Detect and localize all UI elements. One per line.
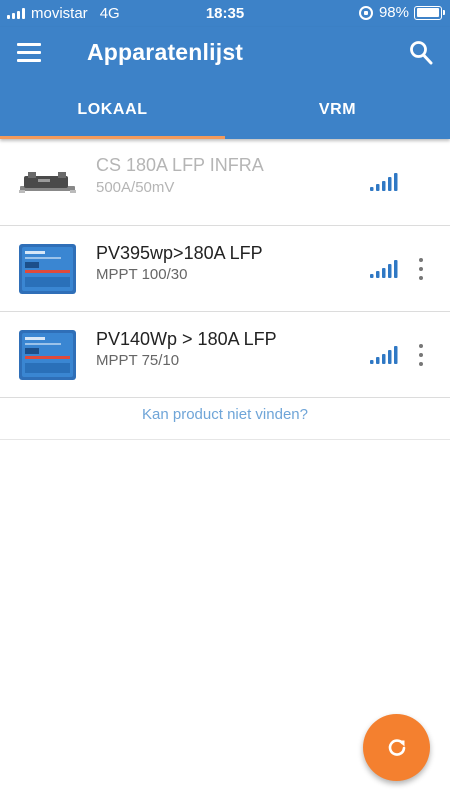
refresh-button[interactable]: [363, 714, 430, 781]
more-options-icon[interactable]: [416, 344, 426, 366]
device-subtitle: 500A/50mV: [96, 179, 175, 196]
tab-vrm[interactable]: VRM: [225, 91, 450, 139]
app-bar: Apparatenlijst LOKAAL VRM: [0, 27, 450, 139]
search-icon[interactable]: [409, 40, 433, 66]
signal-strength-icon: [370, 346, 398, 364]
status-right: 98%: [358, 4, 445, 21]
more-options-icon[interactable]: [416, 258, 426, 280]
device-row-cs-180a[interactable]: CS 180A LFP INFRA 500A/50mV: [0, 139, 450, 226]
device-subtitle: MPPT 75/10: [96, 352, 180, 369]
battery-percent: 98%: [378, 4, 409, 21]
tab-lokaal[interactable]: LOKAAL: [0, 91, 225, 139]
device-row-pv140[interactable]: PV140Wp > 180A LFP MPPT 75/10: [0, 312, 450, 398]
battery-fill: [416, 8, 440, 17]
device-subtitle: MPPT 100/30: [96, 266, 188, 283]
tab-bar: LOKAAL VRM: [0, 91, 450, 139]
product-not-found-link[interactable]: Kan product niet vinden?: [0, 398, 450, 439]
refresh-icon: [388, 738, 405, 756]
signal-strength-icon: [370, 173, 398, 191]
device-name: PV395wp>180A LFP: [96, 243, 263, 263]
device-row-pv395[interactable]: PV395wp>180A LFP MPPT 100/30: [0, 226, 450, 312]
status-bar: movistar 4G 18:35 98%: [0, 0, 450, 27]
page-title: Apparatenlijst: [87, 39, 244, 65]
device-name: CS 180A LFP INFRA: [96, 155, 264, 175]
signal-strength-icon: [370, 260, 398, 278]
rotation-lock-icon: [358, 5, 373, 20]
mppt-controller-icon: [19, 244, 76, 294]
battery-icon: [414, 5, 445, 20]
mppt-controller-icon: [19, 330, 76, 380]
device-list: CS 180A LFP INFRA 500A/50mV PV395wp>180A…: [0, 139, 450, 440]
device-name: PV140Wp > 180A LFP: [96, 329, 277, 349]
shunt-device-icon: [19, 172, 76, 193]
menu-icon[interactable]: [17, 43, 41, 63]
